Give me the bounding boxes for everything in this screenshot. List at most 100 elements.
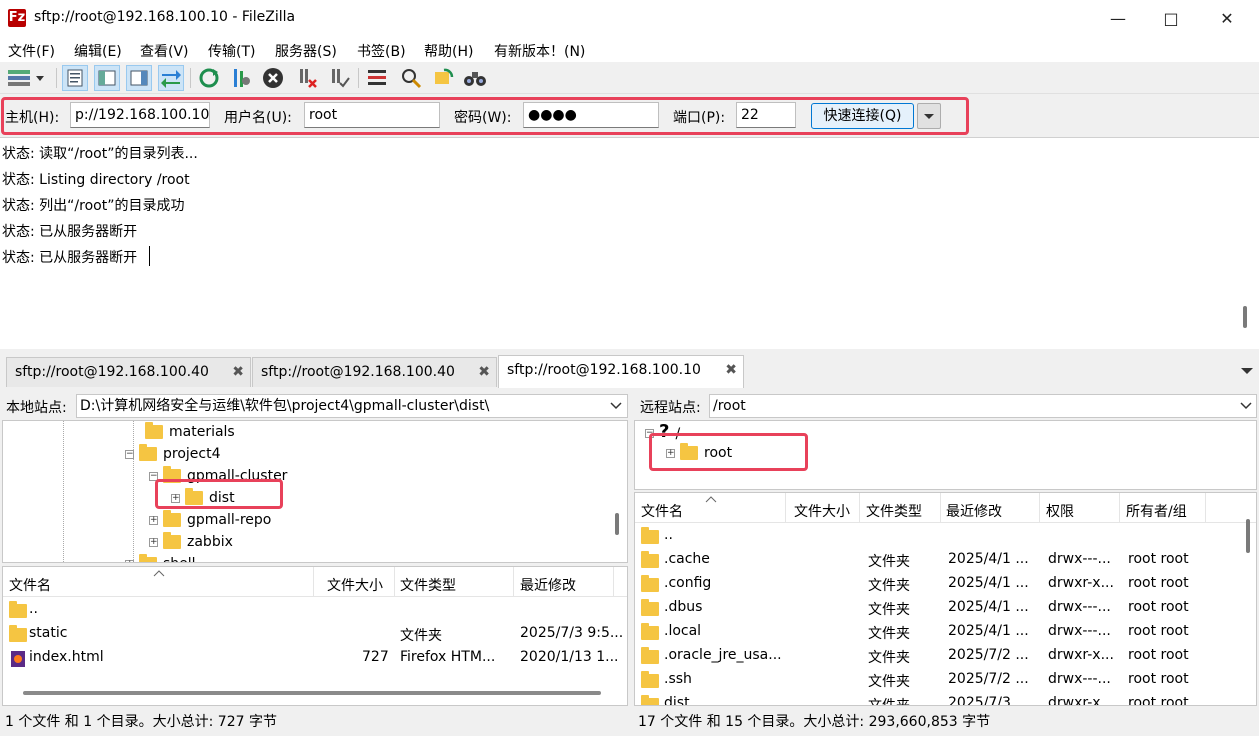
folder-icon [139,444,157,461]
table-row[interactable]: .local 文件夹 2025/4/1 ... drwx---... root root [637,621,1242,645]
expand-icon[interactable]: + [149,537,158,547]
tree-item-gpmall-repo[interactable]: + gpmall-repo [149,510,271,528]
collapse-icon[interactable]: − [125,449,134,459]
sync-browsing-button[interactable] [430,65,456,91]
quickconnect-highlight-box [1,97,969,135]
col-header-filesize[interactable]: 文件大小 [794,501,850,521]
table-row[interactable]: .dbus 文件夹 2025/4/1 ... drwx---... root root [637,597,1242,621]
table-row[interactable]: dist 文件夹 2025/7/3 ... drwxr-x... root root [637,693,1242,706]
close-icon[interactable]: ✖ [725,356,737,384]
cancel-icon [263,68,283,88]
disconnect-icon [300,69,317,88]
process-queue-button[interactable] [228,65,254,91]
cell-perm: drwx---... [1048,623,1111,639]
local-directory-tree: materials − project4 − gpmall-cluster + dis… [2,420,628,563]
col-header-filetype[interactable]: 文件类型 [400,575,456,595]
menu-view[interactable]: 查看(V) [140,41,189,61]
transfer-queue-icon [161,70,181,88]
cell-modified: 2025/7/2 ... [948,647,1029,663]
col-header-permissions[interactable]: 权限 [1046,501,1074,521]
folder-icon [145,422,163,439]
disconnect-button[interactable] [294,65,320,91]
directory-listing-filter-button[interactable] [364,65,390,91]
tree-item-zabbix[interactable]: + zabbix [149,532,233,550]
cell-owner: root root [1128,647,1189,663]
log-scrollbar-thumb[interactable] [1243,306,1247,328]
sync-browsing-icon [435,68,454,84]
log-line: 状态: 列出“/root”的目录成功 [2,198,185,214]
cell-owner: root root [1128,671,1189,687]
folder-icon [641,695,659,705]
table-row[interactable]: .oracle_jre_usa... 文件夹 2025/7/2 ... drwxr-x… [637,645,1242,669]
chevron-down-icon [1240,402,1252,410]
tab-connection-3[interactable]: sftp://root@192.168.100.10 ✖ [498,355,744,388]
close-icon[interactable]: ✖ [232,358,244,386]
tree-item-materials[interactable]: materials [145,422,235,440]
menu-file[interactable]: 文件(F) [8,41,55,61]
expand-icon[interactable]: + [149,515,158,525]
toggle-remote-tree-button[interactable] [126,65,152,91]
menu-edit[interactable]: 编辑(E) [74,41,122,61]
directory-comparison-button[interactable] [398,65,424,91]
col-header-modified[interactable]: 最近修改 [520,575,576,595]
cell-perm: drwxr-x... [1048,695,1114,706]
toggle-local-tree-button[interactable] [94,65,120,91]
table-row[interactable]: .cache 文件夹 2025/4/1 ... drwx---... root root [637,549,1242,573]
col-header-filetype[interactable]: 文件类型 [866,501,922,521]
local-tree-scrollbar-thumb[interactable] [615,513,619,535]
site-manager-button[interactable] [4,65,48,91]
tab-list-dropdown[interactable] [1240,364,1254,380]
log-line: 状态: 已从服务器断开 [2,224,138,240]
cell-name: .config [664,575,712,591]
menu-new-version[interactable]: 有新版本！(N) [494,41,585,61]
table-row[interactable]: .. [637,525,1242,549]
cancel-operation-button[interactable] [260,65,286,91]
local-list-header: 文件名 文件大小 文件类型 最近修改 [3,567,627,597]
cell-perm: drwx---... [1048,551,1111,567]
table-row[interactable]: .config 文件夹 2025/4/1 ... drwxr-x... root roo… [637,573,1242,597]
maximize-button[interactable]: □ [1143,0,1199,37]
remote-status-bar: 17 个文件 和 15 个目录。大小总计: 293,660,853 字节 [634,708,1257,734]
refresh-button[interactable] [196,65,222,91]
toolbar [0,62,1259,94]
tab-connection-2[interactable]: sftp://root@192.168.100.40 ✖ [252,357,497,387]
local-path-input[interactable]: D:\计算机网络安全与运维\软件包\project4\gpmall-cluste… [76,394,628,418]
remote-list-scrollbar-thumb[interactable] [1246,519,1250,553]
cell-type: 文件夹 [868,602,910,618]
tab-connection-1[interactable]: sftp://root@192.168.100.40 ✖ [6,357,251,387]
menu-server[interactable]: 服务器(S) [275,41,337,61]
toggle-log-button[interactable] [62,65,88,91]
search-remote-files-button[interactable] [462,65,488,91]
minimize-button[interactable]: — [1090,0,1146,37]
close-icon[interactable]: ✖ [478,358,490,386]
col-header-filesize[interactable]: 文件大小 [327,575,383,595]
cell-owner: root root [1128,551,1189,567]
table-row[interactable]: .. [7,599,627,623]
menu-bookmarks[interactable]: 书签(B) [357,41,406,61]
cell-type: 文件夹 [868,698,910,706]
col-header-filename[interactable]: 文件名 [9,575,51,595]
local-list-hscrollbar-thumb[interactable] [23,691,601,695]
folder-icon [9,625,27,642]
log-line: 状态: 已从服务器断开 [2,250,138,266]
table-row[interactable]: static 文件夹 2025/7/3 9:5... [7,623,627,647]
expand-icon[interactable]: + [125,559,134,562]
folder-icon [9,601,27,618]
reconnect-button[interactable] [326,65,352,91]
col-header-modified[interactable]: 最近修改 [946,501,1002,521]
remote-path-input[interactable]: /root [709,394,1257,418]
table-row[interactable]: index.html 727 Firefox HTM... 2020/1/13 … [7,647,627,671]
table-row[interactable]: .ssh 文件夹 2025/7/2 ... drwx---... root root [637,669,1242,693]
menu-help[interactable]: 帮助(H) [424,41,473,61]
remote-directory-tree: − ? / + root [634,420,1257,490]
menu-transfer[interactable]: 传输(T) [208,41,255,61]
col-header-filename[interactable]: 文件名 [641,501,683,521]
cell-modified: 2025/4/1 ... [948,623,1029,639]
tree-item-project4[interactable]: − project4 [125,444,221,462]
toggle-queue-button[interactable] [158,65,184,91]
col-header-owner-group[interactable]: 所有者/组 [1126,501,1187,521]
folder-icon [641,599,659,616]
tree-item-shell[interactable]: +shell [125,554,196,562]
close-button[interactable]: ✕ [1199,0,1255,37]
cell-owner: root root [1128,623,1189,639]
